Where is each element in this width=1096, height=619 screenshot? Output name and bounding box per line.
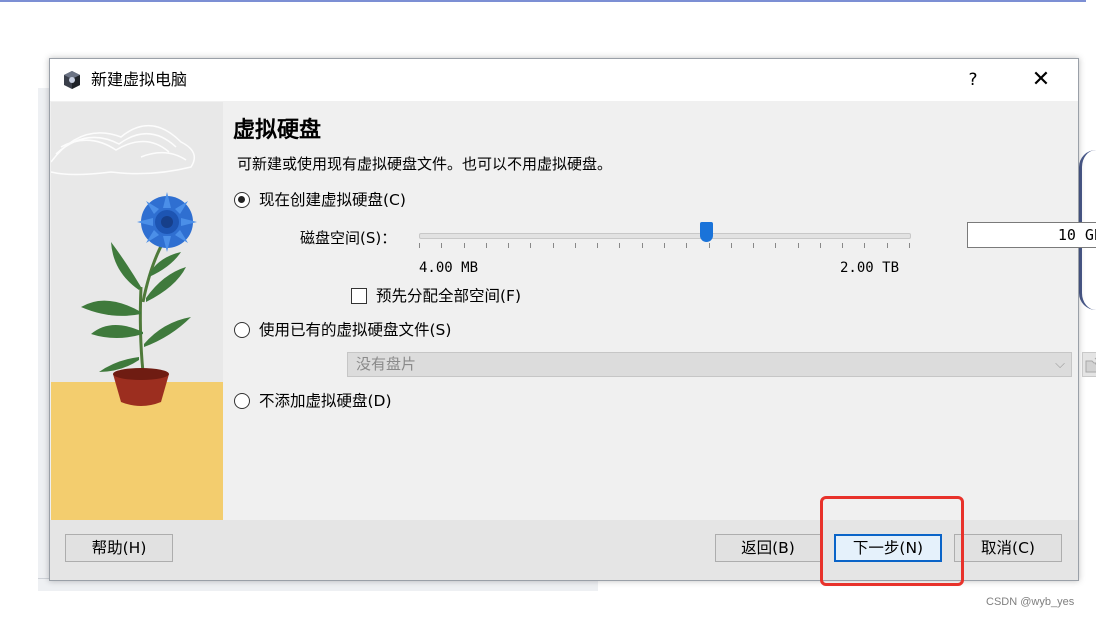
slider-tick bbox=[775, 243, 776, 248]
slider-tick bbox=[575, 243, 576, 248]
disk-size-label: 磁盘空间(S)： bbox=[300, 229, 397, 247]
radio-use-existing[interactable] bbox=[234, 322, 250, 338]
existing-disk-select: 没有盘片 ⌵ bbox=[347, 352, 1072, 377]
back-button[interactable]: 返回(B) bbox=[715, 534, 821, 562]
slider-tick bbox=[642, 243, 643, 248]
disk-size-max-label: 2.00 TB bbox=[840, 260, 900, 276]
slider-tick bbox=[686, 243, 687, 248]
wizard-illustration bbox=[51, 102, 223, 520]
slider-tick bbox=[441, 243, 442, 248]
radio-no-disk[interactable] bbox=[234, 393, 250, 409]
slider-tick bbox=[619, 243, 620, 248]
radio-create-now[interactable] bbox=[234, 192, 250, 208]
annotation-highlight-box bbox=[820, 496, 964, 586]
watermark: CSDN @wyb_yes bbox=[986, 596, 1075, 608]
slider-tick bbox=[664, 243, 665, 248]
page-description: 可新建或使用现有虚拟硬盘文件。也可以不用虚拟硬盘。 bbox=[237, 155, 613, 173]
slider-tick bbox=[486, 243, 487, 248]
slider-tick bbox=[864, 243, 865, 248]
preallocate-label[interactable]: 预先分配全部空间(F) bbox=[376, 286, 521, 306]
dialog-title: 新建虚拟电脑 bbox=[91, 70, 188, 89]
existing-disk-value: 没有盘片 bbox=[356, 355, 417, 373]
slider-tick bbox=[530, 243, 531, 248]
slider-tick bbox=[709, 243, 710, 248]
slider-tick bbox=[798, 243, 799, 248]
flower-pot-illustration bbox=[51, 102, 223, 520]
disk-size-slider-ticks bbox=[419, 243, 910, 249]
choose-disk-folder-icon bbox=[1082, 352, 1096, 377]
disk-size-slider-thumb[interactable] bbox=[700, 222, 713, 242]
help-button[interactable]: 帮助(H) bbox=[65, 534, 173, 562]
slider-tick bbox=[731, 243, 732, 248]
slider-tick bbox=[419, 243, 420, 248]
chevron-down-icon: ⌵ bbox=[1055, 357, 1065, 372]
slider-tick bbox=[597, 243, 598, 248]
slider-tick bbox=[553, 243, 554, 248]
virtualbox-cube-icon bbox=[64, 71, 80, 89]
help-question-button[interactable]: ? bbox=[960, 67, 986, 93]
slider-tick bbox=[508, 243, 509, 248]
slider-tick bbox=[464, 243, 465, 248]
slider-tick bbox=[909, 243, 910, 248]
page-top-rule bbox=[0, 0, 1086, 2]
disk-size-input[interactable]: 10 GB bbox=[967, 222, 1096, 248]
disk-size-slider-track[interactable] bbox=[419, 233, 911, 239]
slider-tick bbox=[842, 243, 843, 248]
preallocate-checkbox[interactable] bbox=[351, 288, 367, 304]
use-existing-label[interactable]: 使用已有的虚拟硬盘文件(S) bbox=[259, 320, 451, 340]
disk-size-min-label: 4.00 MB bbox=[419, 260, 479, 276]
no-disk-label[interactable]: 不添加虚拟硬盘(D) bbox=[259, 391, 392, 411]
page-heading: 虚拟硬盘 bbox=[233, 117, 322, 143]
wizard-content: 虚拟硬盘 可新建或使用现有虚拟硬盘文件。也可以不用虚拟硬盘。 现在创建虚拟硬盘(… bbox=[223, 102, 1096, 520]
cancel-button[interactable]: 取消(C) bbox=[954, 534, 1062, 562]
close-button[interactable]: ✕ bbox=[1025, 65, 1057, 95]
slider-tick bbox=[887, 243, 888, 248]
slider-tick bbox=[753, 243, 754, 248]
slider-tick bbox=[820, 243, 821, 248]
title-bar: 新建虚拟电脑 ? ✕ bbox=[50, 59, 1078, 101]
create-now-label[interactable]: 现在创建虚拟硬盘(C) bbox=[259, 190, 406, 210]
